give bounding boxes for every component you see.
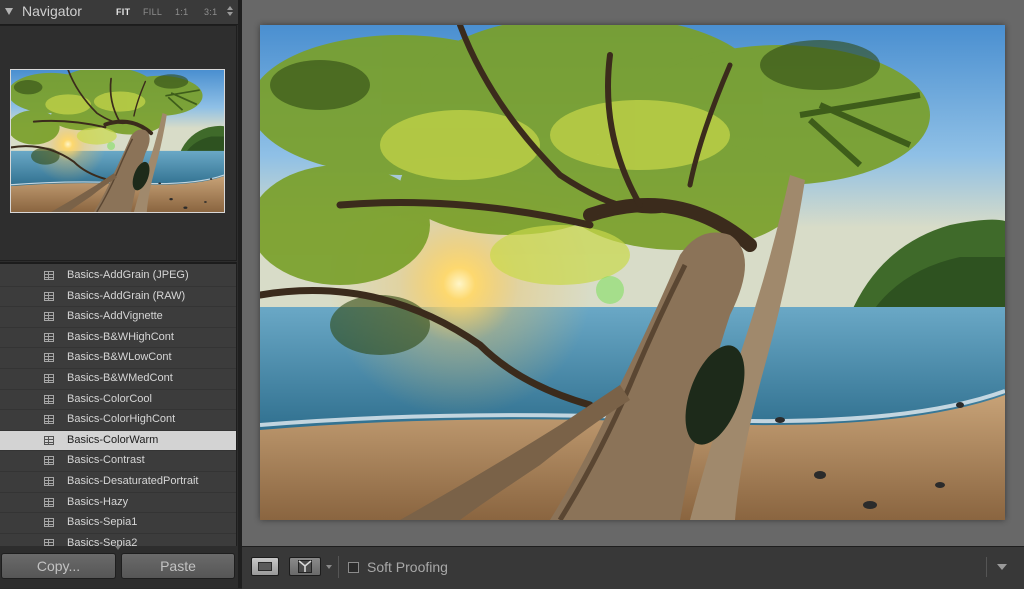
zoom-fit-option[interactable]: FIT [116, 7, 130, 17]
presets-panel: Basics-AddGrain (JPEG) Basics-AddGrain (… [0, 262, 237, 546]
preset-item[interactable]: Basics-DesaturatedPortrait [0, 472, 236, 493]
preset-item[interactable]: Basics-Sepia1 [0, 513, 236, 534]
loupe-view-button[interactable] [251, 557, 279, 576]
preset-label: Basics-Hazy [67, 495, 129, 508]
copy-button[interactable]: Copy... [1, 553, 116, 579]
preset-icon [44, 394, 54, 404]
compare-dropdown-icon[interactable] [326, 565, 332, 569]
zoom-1-1-option[interactable]: 1:1 [175, 7, 188, 17]
preset-label: Basics-B&WLowCont [67, 351, 172, 364]
preset-list: Basics-AddGrain (JPEG) Basics-AddGrain (… [0, 266, 236, 546]
preset-icon [44, 476, 54, 486]
zoom-fill-option[interactable]: FILL [143, 7, 162, 17]
preset-label: Basics-AddGrain (JPEG) [67, 269, 189, 281]
preset-label: Basics-ColorCool [67, 392, 152, 405]
preset-item-selected[interactable]: Basics-ColorWarm [0, 430, 236, 452]
preset-icon [44, 435, 54, 445]
paste-button[interactable]: Paste [121, 553, 235, 579]
preset-item[interactable]: Basics-ColorCool [0, 390, 236, 411]
soft-proofing-checkbox[interactable] [348, 562, 359, 573]
preset-item[interactable]: Basics-Contrast [0, 451, 236, 472]
preset-icon [44, 497, 54, 507]
preset-icon [44, 456, 54, 466]
preset-label: Basics-Contrast [67, 454, 145, 467]
preset-label: Basics-ColorWarm [67, 433, 159, 446]
preset-icon [44, 373, 54, 383]
navigator-header[interactable]: Navigator FIT FILL 1:1 3:1 [0, 0, 240, 25]
soft-proofing-label[interactable]: Soft Proofing [367, 559, 448, 575]
preset-label: Basics-B&WHighCont [67, 330, 174, 343]
preset-label: Basics-Sepia1 [67, 516, 138, 529]
preset-icon [44, 415, 54, 425]
compare-view-button[interactable] [289, 557, 321, 576]
preset-item[interactable]: Basics-Sepia2 [0, 534, 236, 546]
toolbar-options-button[interactable] [986, 557, 1017, 577]
preset-icon [44, 518, 54, 528]
preset-item[interactable]: Basics-ColorHighCont [0, 410, 236, 431]
preset-label: Basics-B&WMedCont [67, 371, 173, 384]
preset-icon [44, 332, 54, 342]
preset-item[interactable]: Basics-B&WMedCont [0, 369, 236, 390]
compare-view-icon [298, 560, 312, 573]
preset-label: Basics-Sepia2 [67, 536, 138, 546]
main-photo[interactable] [260, 25, 1005, 520]
navigator-thumbnail-image [11, 70, 224, 212]
zoom-stepper-icon[interactable] [227, 5, 233, 17]
preset-icon [44, 353, 54, 363]
preset-icon [44, 312, 54, 322]
main-image-area[interactable] [242, 0, 1024, 546]
preset-icon [44, 291, 54, 301]
preset-item[interactable]: Basics-B&WHighCont [0, 328, 236, 349]
navigator-title: Navigator [22, 3, 82, 19]
zoom-3-1-option[interactable]: 3:1 [204, 7, 217, 17]
preset-label: Basics-AddVignette [67, 310, 163, 323]
preset-icon [44, 271, 54, 280]
main-photo-image [260, 25, 1005, 520]
navigator-preview-area[interactable] [0, 25, 237, 261]
loupe-view-icon [258, 562, 272, 571]
toolbar-separator [338, 556, 339, 578]
preset-label: Basics-DesaturatedPortrait [67, 474, 199, 487]
preset-item[interactable]: Basics-AddGrain (JPEG) [0, 266, 236, 287]
preset-label: Basics-ColorHighCont [67, 413, 176, 426]
navigator-thumbnail[interactable] [10, 69, 225, 213]
preset-item[interactable]: Basics-B&WLowCont [0, 348, 236, 369]
preset-label: Basics-AddGrain (RAW) [67, 289, 186, 302]
left-panel: Navigator FIT FILL 1:1 3:1 Basics-AddGra… [0, 0, 240, 588]
preset-item[interactable]: Basics-AddVignette [0, 307, 236, 328]
preset-item[interactable]: Basics-AddGrain (RAW) [0, 287, 236, 308]
preset-item[interactable]: Basics-Hazy [0, 493, 236, 514]
disclosure-triangle-icon[interactable] [5, 8, 13, 15]
panel-resize-grip-icon[interactable] [115, 546, 121, 550]
preset-icon [44, 538, 54, 546]
bottom-toolbar: Soft Proofing [242, 546, 1024, 589]
chevron-down-icon [997, 564, 1007, 570]
